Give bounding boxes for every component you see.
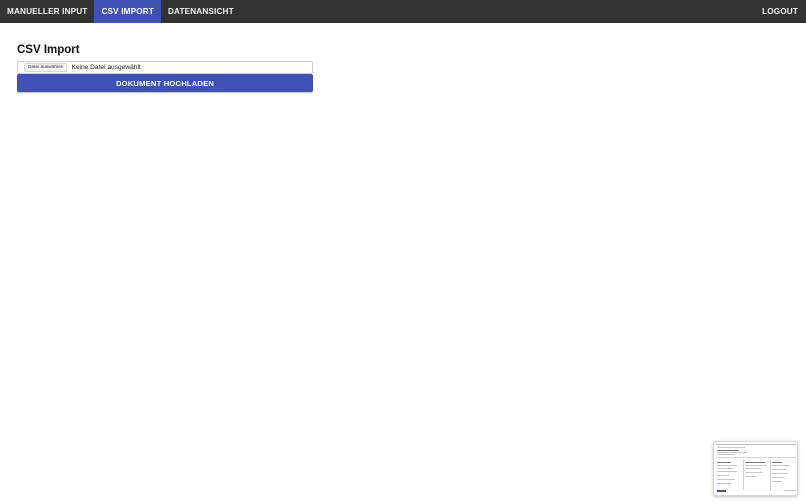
csv-file-input[interactable]: Datei auswählen Keine Datei ausgewählt	[17, 61, 313, 74]
nav-tab-csv-import[interactable]: CSV IMPORT	[94, 0, 161, 23]
top-navbar: MANUELLER INPUT CSV IMPORT DATENANSICHT …	[0, 0, 806, 23]
file-status-text: Keine Datei ausgewählt	[71, 64, 141, 71]
nav-tab-manueller-input[interactable]: MANUELLER INPUT	[0, 0, 94, 23]
nav-tab-datenansicht[interactable]: DATENANSICHT	[161, 0, 241, 23]
logout-button[interactable]: LOGOUT	[754, 0, 806, 23]
page-title: CSV Import	[17, 44, 80, 56]
page-preview-thumbnail[interactable]	[713, 441, 798, 496]
choose-file-button[interactable]: Datei auswählen	[24, 63, 68, 72]
main-content: CSV Import Datei auswählen Keine Datei a…	[0, 23, 806, 504]
upload-document-button[interactable]: DOKUMENT HOCHLADEN	[17, 74, 313, 92]
